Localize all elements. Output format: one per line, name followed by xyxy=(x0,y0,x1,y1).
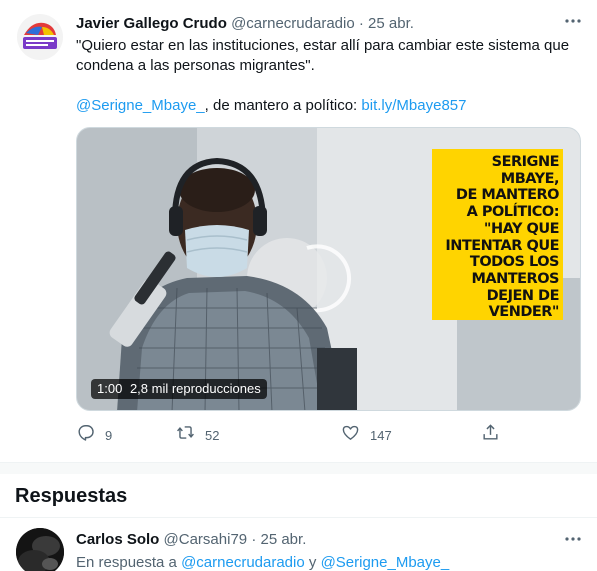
video-player[interactable]: SERIGNE MBAYE, DE MANTERO A POLÍTICO: "H… xyxy=(76,127,581,411)
section-divider xyxy=(0,462,597,474)
video-duration: 1:00 xyxy=(97,381,123,396)
overlay-line: VENDER" xyxy=(488,304,560,321)
replies-divider xyxy=(0,517,597,518)
reply-context-and: y xyxy=(304,554,321,571)
heart-icon xyxy=(341,423,360,447)
reply-count: 9 xyxy=(105,427,113,443)
retweet-icon xyxy=(176,423,195,447)
reply-context-prefix: En respuesta a xyxy=(76,554,182,571)
video-caption-overlay: SERIGNE MBAYE, DE MANTERO A POLÍTICO: "H… xyxy=(432,149,563,320)
tweet-link-line: @Serigne_Mbaye_, de mantero a político: … xyxy=(76,96,576,116)
like-count: 147 xyxy=(370,427,392,443)
tweet-date[interactable]: 25 abr. xyxy=(368,15,414,32)
url-link[interactable]: bit.ly/Mbaye857 xyxy=(361,97,466,114)
overlay-line: DE MANTERO xyxy=(455,187,560,204)
tweet[interactable]: Javier Gallego Crudo @carnecrudaradio · … xyxy=(0,0,597,462)
reply-mention-link[interactable]: @carnecrudaradio xyxy=(181,554,305,571)
retweet-button[interactable]: 52 xyxy=(176,423,219,447)
overlay-line: A POLÍTICO: xyxy=(466,204,560,221)
share-icon xyxy=(481,423,500,447)
author-name[interactable]: Javier Gallego Crudo xyxy=(76,15,227,32)
video-stats-badge: 1:00 2,8 mil reproducciones xyxy=(91,379,267,399)
overlay-line: SERIGNE MBAYE, xyxy=(491,154,560,187)
more-horizontal-icon[interactable] xyxy=(562,10,584,32)
overlay-line: INTENTAR QUE xyxy=(445,237,559,254)
author-avatar[interactable] xyxy=(16,13,64,61)
reply-separator: · xyxy=(251,531,257,548)
reply-author-name[interactable]: Carlos Solo xyxy=(76,531,159,548)
author-handle[interactable]: @carnecrudaradio xyxy=(231,15,355,32)
reply-mention-link[interactable]: @Serigne_Mbaye_ xyxy=(321,554,450,571)
reply-button[interactable]: 9 xyxy=(76,423,112,447)
reply-avatar[interactable] xyxy=(16,528,64,571)
mention-link[interactable]: @Serigne_Mbaye_ xyxy=(76,97,205,114)
video-views: 2,8 mil reproducciones xyxy=(129,381,261,396)
reply-bubble-icon xyxy=(76,423,95,447)
overlay-line: TODOS LOS xyxy=(469,254,560,271)
retweet-count: 52 xyxy=(205,427,220,443)
overlay-line: "HAY QUE xyxy=(483,220,560,237)
reply-date[interactable]: 25 abr. xyxy=(260,531,306,548)
reply-context: En respuesta a @carnecrudaradio y @Serig… xyxy=(76,553,449,571)
overlay-line: DEJEN DE xyxy=(486,287,560,304)
overlay-line: MANTEROS xyxy=(471,270,559,287)
tweet-text: "Quiero estar en las instituciones, esta… xyxy=(76,36,576,136)
tweet-header: Javier Gallego Crudo @carnecrudaradio · … xyxy=(76,14,414,34)
reply-header: Carlos Solo @Carsahi79 · 25 abr. xyxy=(76,530,306,550)
tweet-quote: "Quiero estar en las instituciones, esta… xyxy=(76,37,570,74)
more-horizontal-icon[interactable] xyxy=(562,528,584,550)
header-separator: · xyxy=(358,15,364,32)
reply-author-handle[interactable]: @Carsahi79 xyxy=(164,531,248,548)
tweet-actions: 9 52 147 xyxy=(76,423,506,447)
replies-heading: Respuestas xyxy=(15,485,128,507)
tweet-text-mid: , de mantero a político: xyxy=(204,97,362,114)
share-button[interactable] xyxy=(481,423,500,447)
like-button[interactable]: 147 xyxy=(341,423,392,447)
